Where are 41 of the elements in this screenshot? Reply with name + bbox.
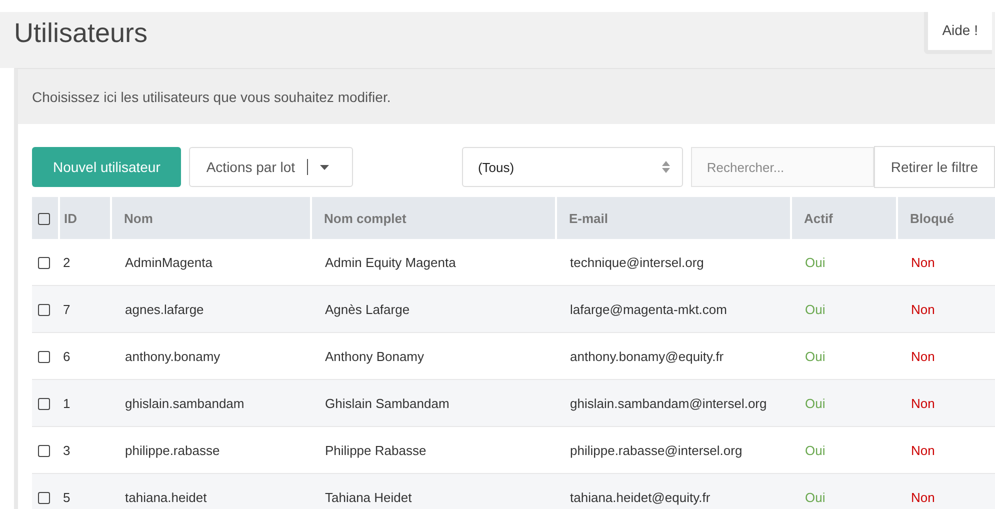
table-cell: ghislain.sambandam@intersel.org bbox=[556, 380, 791, 426]
checkbox[interactable] bbox=[38, 213, 50, 226]
table-cell: Oui bbox=[791, 380, 897, 426]
table-cell: Agnès Lafarge bbox=[311, 286, 556, 332]
table-cell: ghislain.sambandam bbox=[111, 380, 311, 426]
table-cell: Ghislain Sambandam bbox=[311, 380, 556, 426]
checkbox[interactable] bbox=[38, 492, 50, 504]
table-cell: Non bbox=[897, 286, 995, 332]
column-header[interactable]: Nom bbox=[111, 197, 311, 239]
table-cell: Non bbox=[897, 474, 995, 509]
table-cell: 1 bbox=[59, 380, 111, 426]
column-header[interactable]: ID bbox=[59, 197, 111, 239]
column-header[interactable]: Nom complet bbox=[311, 197, 556, 239]
caret-icon bbox=[320, 164, 330, 170]
table-cell: Oui bbox=[791, 286, 897, 332]
table-cell: tahiana.heidet@equity.fr bbox=[556, 474, 791, 509]
page-title: Utilisateurs bbox=[14, 18, 148, 49]
table-cell: 7 bbox=[59, 286, 111, 332]
checkbox[interactable] bbox=[38, 398, 50, 410]
column-header[interactable]: E-mail bbox=[556, 197, 791, 239]
clear-filter-button[interactable]: Retirer le filtre bbox=[874, 146, 995, 188]
search-field[interactable]: Rechercher... bbox=[690, 147, 874, 187]
checkbox[interactable] bbox=[38, 304, 50, 316]
column-header[interactable]: Bloqué bbox=[897, 197, 995, 239]
new-user-button[interactable]: Nouvel utilisateur bbox=[32, 147, 182, 187]
table-cell: Tahiana Heidet bbox=[311, 474, 556, 509]
checkbox[interactable] bbox=[38, 445, 50, 458]
filter-select[interactable]: (Tous) bbox=[462, 147, 683, 187]
table-cell: Non bbox=[897, 380, 995, 426]
table-cell: lafarge@magenta-mkt.com bbox=[556, 286, 791, 332]
checkbox[interactable] bbox=[38, 257, 50, 270]
checkbox[interactable] bbox=[38, 351, 50, 364]
bulk-actions-dropdown[interactable]: Actions par lot bbox=[189, 147, 353, 187]
table-cell: Oui bbox=[791, 474, 897, 509]
help-button[interactable]: Aide ! bbox=[924, 12, 992, 54]
column-header[interactable]: Actif bbox=[791, 197, 897, 239]
intro-text: Choisissez ici les utilisateurs que vous souhaitez modifier. bbox=[32, 88, 391, 104]
table-cell: agnes.lafarge bbox=[111, 286, 311, 332]
table-cell: tahiana.heidet bbox=[111, 474, 311, 509]
sort-arrows-icon bbox=[662, 161, 670, 173]
table-cell: 5 bbox=[59, 474, 111, 509]
